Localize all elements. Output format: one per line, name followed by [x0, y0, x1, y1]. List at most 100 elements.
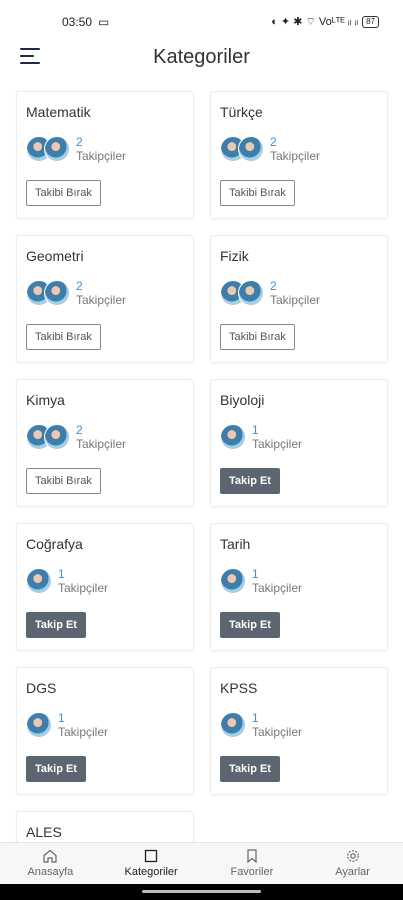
nav-item-ayarlar[interactable]: Ayarlar [302, 843, 403, 884]
follower-count[interactable]: 2 [76, 423, 126, 437]
status-indicators: ◐ ✦ ✱ ⌔ Voᴸᵀᴱ ᵢₗ ᵢₗ [271, 16, 359, 28]
unfollow-button[interactable]: Takibi Bırak [220, 180, 295, 206]
follow-button[interactable]: Takip Et [26, 612, 86, 638]
nav-label: Kategoriler [124, 866, 178, 878]
avatar [238, 136, 264, 162]
nav-item-anasayfa[interactable]: Anasayfa [0, 843, 101, 884]
followers-text: 1 Takipçiler [58, 711, 108, 739]
avatar [220, 712, 246, 738]
unfollow-button[interactable]: Takibi Bırak [26, 468, 101, 494]
follower-avatars [220, 712, 246, 738]
gesture-handle[interactable] [142, 890, 261, 893]
nav-label: Favoriler [230, 866, 274, 878]
category-name: DGS [26, 680, 57, 696]
category-card[interactable]: Geometri 2 Takipçiler Takibi Bırak [16, 235, 194, 363]
followers-label: Takipçiler [58, 581, 109, 595]
category-card[interactable]: Tarih 1 Takipçiler Takip Et [210, 523, 388, 651]
follow-button[interactable]: Takip Et [26, 756, 86, 782]
status-bar: 03:50 ▭ ◐ ✦ ✱ ⌔ Voᴸᵀᴱ ᵢₗ ᵢₗ 87 [0, 0, 403, 44]
avatar [26, 712, 52, 738]
category-card[interactable]: Matematik 2 Takipçiler Takibi Bırak [16, 91, 194, 219]
category-name: Biyoloji [220, 392, 265, 408]
followers-label: Takipçiler [76, 293, 127, 307]
follower-avatars [26, 568, 52, 594]
page-title: Kategoriler [153, 45, 250, 68]
status-time-group: 03:50 ▭ [62, 15, 109, 29]
category-card[interactable]: Coğrafya 1 Takipçiler Takip Et [16, 523, 194, 651]
nav-item-favoriler[interactable]: Favoriler [202, 843, 303, 884]
follower-count[interactable]: 2 [270, 279, 320, 293]
status-time: 03:50 [62, 15, 93, 29]
avatar [26, 568, 52, 594]
followers-text: 2 Takipçiler [270, 135, 320, 163]
followers-text: 1 Takipçiler [252, 423, 302, 451]
follower-count[interactable]: 1 [58, 567, 108, 581]
followers-row: 2 Takipçiler [26, 277, 184, 309]
followers-label: Takipçiler [252, 581, 303, 595]
follower-avatars [26, 280, 70, 306]
category-name: ALES [26, 824, 62, 840]
followers-label: Takipçiler [76, 149, 127, 163]
followers-row: 2 Takipçiler [220, 277, 378, 309]
follower-count[interactable]: 2 [270, 135, 320, 149]
unfollow-button[interactable]: Takibi Bırak [220, 324, 295, 350]
followers-text: 1 Takipçiler [252, 711, 302, 739]
followers-row: 2 Takipçiler [26, 133, 184, 165]
category-name: Türkçe [220, 104, 263, 120]
nav-item-kategoriler[interactable]: Kategoriler [101, 843, 202, 884]
home-icon [43, 849, 57, 863]
avatar [44, 424, 70, 450]
unfollow-button[interactable]: Takibi Bırak [26, 180, 101, 206]
followers-row: 2 Takipçiler [220, 133, 378, 165]
category-card[interactable]: Türkçe 2 Takipçiler Takibi Bırak [210, 91, 388, 219]
avatar [44, 280, 70, 306]
system-gesture-area [0, 884, 403, 900]
bottom-nav: Anasayfa Kategoriler Favoriler Ayarlar [0, 842, 403, 884]
battery-icon: 87 [362, 16, 379, 28]
followers-label: Takipçiler [270, 293, 321, 307]
follower-avatars [220, 424, 246, 450]
followers-row: 1 Takipçiler [220, 565, 378, 597]
followers-text: 1 Takipçiler [252, 567, 302, 595]
avatar [44, 136, 70, 162]
follower-count[interactable]: 1 [252, 567, 302, 581]
square-icon [144, 849, 158, 863]
avatar [220, 424, 246, 450]
follower-count[interactable]: 1 [252, 711, 302, 725]
unfollow-button[interactable]: Takibi Bırak [26, 324, 101, 350]
category-card[interactable]: Biyoloji 1 Takipçiler Takip Et [210, 379, 388, 507]
followers-text: 2 Takipçiler [76, 279, 126, 307]
follower-count[interactable]: 1 [58, 711, 108, 725]
followers-label: Takipçiler [58, 725, 109, 739]
follower-count[interactable]: 2 [76, 279, 126, 293]
followers-label: Takipçiler [252, 725, 303, 739]
category-grid: Matematik 2 Takipçiler Takibi Bırak Türkçe 2 T… [0, 91, 403, 843]
avatar [238, 280, 264, 306]
category-card[interactable]: KPSS 1 Takipçiler Takip Et [210, 667, 388, 795]
nav-label: Ayarlar [335, 866, 370, 878]
status-icons: ◐ ✦ ✱ ⌔ Voᴸᵀᴱ ᵢₗ ᵢₗ 87 [271, 15, 379, 29]
category-name: Coğrafya [26, 536, 83, 552]
followers-label: Takipçiler [252, 437, 303, 451]
bookmark-icon [245, 849, 259, 863]
follower-count[interactable]: 1 [252, 423, 302, 437]
category-card[interactable]: ALES [16, 811, 194, 843]
follower-avatars [26, 712, 52, 738]
follow-button[interactable]: Takip Et [220, 756, 280, 782]
category-card[interactable]: Fizik 2 Takipçiler Takibi Bırak [210, 235, 388, 363]
followers-text: 1 Takipçiler [58, 567, 108, 595]
follow-button[interactable]: Takip Et [220, 612, 280, 638]
category-card[interactable]: Kimya 2 Takipçiler Takibi Bırak [16, 379, 194, 507]
menu-icon[interactable] [20, 48, 42, 66]
follower-avatars [26, 136, 70, 162]
category-name: Fizik [220, 248, 249, 264]
follow-button[interactable]: Takip Et [220, 468, 280, 494]
category-list[interactable]: Matematik 2 Takipçiler Takibi Bırak Türkçe 2 T… [0, 91, 403, 843]
followers-text: 2 Takipçiler [76, 423, 126, 451]
follower-avatars [26, 424, 70, 450]
follower-count[interactable]: 2 [76, 135, 126, 149]
followers-label: Takipçiler [76, 437, 127, 451]
followers-label: Takipçiler [270, 149, 321, 163]
category-card[interactable]: DGS 1 Takipçiler Takip Et [16, 667, 194, 795]
followers-text: 2 Takipçiler [270, 279, 320, 307]
